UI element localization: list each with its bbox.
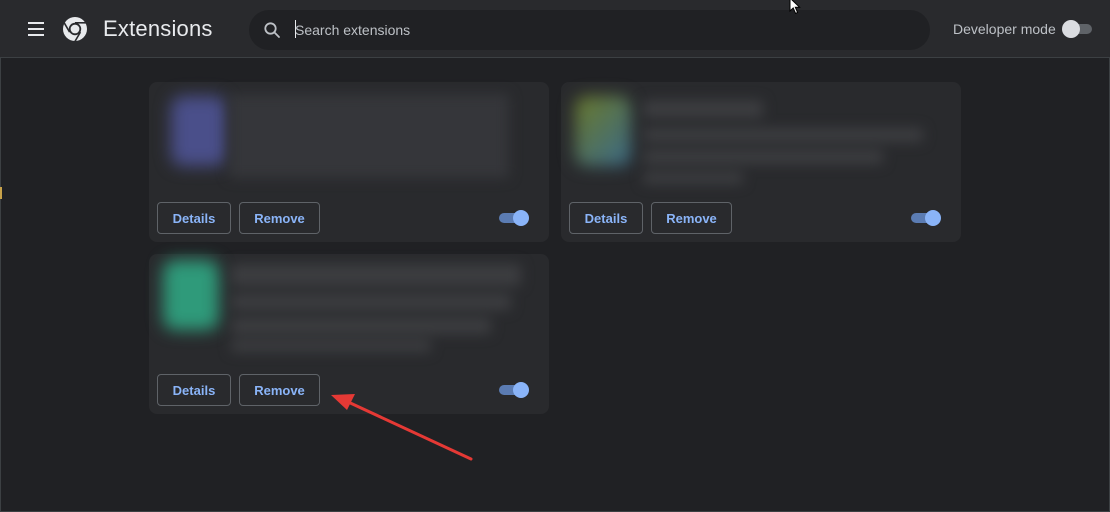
search-bar[interactable] — [249, 10, 930, 50]
hamburger-menu-icon[interactable] — [26, 19, 50, 39]
extension-info-blurred — [637, 92, 937, 188]
developer-mode-label: Developer mode — [953, 21, 1056, 37]
extension-icon — [163, 260, 219, 330]
extension-card: Details Remove — [149, 82, 549, 242]
details-button[interactable]: Details — [157, 374, 231, 406]
developer-mode-toggle[interactable] — [1062, 20, 1094, 38]
chrome-logo-icon — [63, 17, 87, 42]
extension-enable-toggle[interactable] — [497, 208, 531, 228]
details-button[interactable]: Details — [157, 202, 231, 234]
page-title: Extensions — [103, 16, 213, 41]
extension-info-blurred — [227, 260, 527, 356]
remove-button[interactable]: Remove — [239, 374, 320, 406]
card-actions: Details Remove — [149, 374, 549, 414]
extension-enable-toggle[interactable] — [909, 208, 943, 228]
search-icon — [264, 22, 280, 38]
card-actions: Details Remove — [561, 202, 961, 242]
edge-marker — [0, 187, 2, 199]
toolbar: Extensions Developer mode — [0, 0, 1110, 58]
extension-enable-toggle[interactable] — [497, 380, 531, 400]
extension-card: Details Remove — [149, 254, 549, 414]
extension-card: Details Remove — [561, 82, 961, 242]
mouse-cursor-icon — [789, 0, 801, 14]
remove-button[interactable]: Remove — [651, 202, 732, 234]
extension-icon — [575, 96, 631, 166]
extension-info-blurred — [219, 90, 515, 182]
details-button[interactable]: Details — [569, 202, 643, 234]
card-actions: Details Remove — [149, 202, 549, 242]
remove-button[interactable]: Remove — [239, 202, 320, 234]
search-input[interactable] — [295, 18, 895, 42]
text-caret — [295, 20, 296, 38]
